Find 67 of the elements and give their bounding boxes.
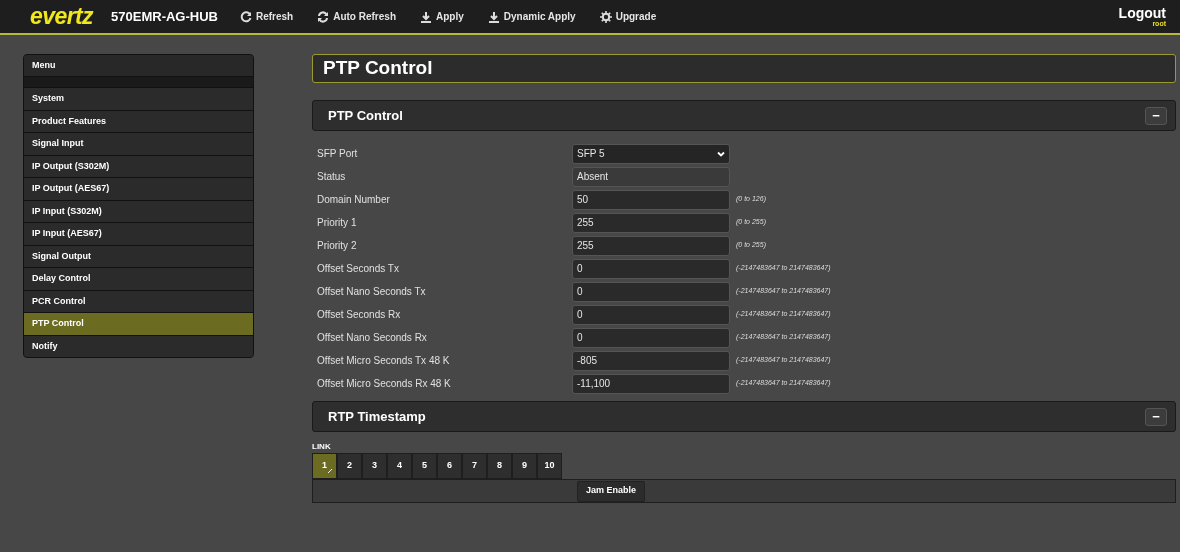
field-label: Offset Micro Seconds Tx 48 K bbox=[316, 354, 451, 368]
menu-title: Menu bbox=[24, 55, 253, 77]
refresh-icon bbox=[239, 10, 252, 23]
menu-item[interactable]: PCR Control bbox=[24, 289, 253, 312]
chevron-down-icon bbox=[717, 149, 725, 158]
port-select[interactable]: SFP 5 bbox=[572, 143, 730, 164]
status-field: Absent bbox=[572, 166, 730, 187]
field-label: Offset Seconds Rx bbox=[316, 308, 402, 322]
section-title: RTP Timestamp bbox=[328, 407, 426, 426]
menu-item[interactable]: System bbox=[24, 87, 253, 110]
menu-item[interactable]: PTP Control bbox=[24, 312, 253, 335]
link-tab[interactable]: 7 bbox=[462, 453, 487, 479]
logo: evertz bbox=[30, 5, 94, 28]
input-field[interactable]: 0 bbox=[572, 327, 730, 348]
collapse-button[interactable]: − bbox=[1145, 407, 1167, 426]
collapse-button[interactable]: − bbox=[1145, 106, 1167, 125]
toolbar-button[interactable]: Dynamic Apply bbox=[475, 0, 588, 33]
input-field[interactable]: 255 bbox=[572, 212, 730, 233]
input-field[interactable]: -805 bbox=[572, 350, 730, 371]
field-label: Priority 2 bbox=[316, 239, 358, 253]
link-tab[interactable]: 8 bbox=[487, 453, 512, 479]
toolbar-button[interactable]: Auto Refresh bbox=[305, 0, 408, 33]
menu-item[interactable]: IP Input (AES67) bbox=[24, 222, 253, 245]
logout-link[interactable]: Logout bbox=[1118, 6, 1166, 20]
link-label: LINK bbox=[312, 443, 332, 451]
menu-item[interactable]: Signal Input bbox=[24, 132, 253, 155]
field-label: Offset Nano Seconds Tx bbox=[316, 285, 427, 299]
field-label: Offset Nano Seconds Rx bbox=[316, 331, 428, 345]
input-field[interactable]: -11,100 bbox=[572, 373, 730, 394]
field-label: Priority 1 bbox=[316, 216, 358, 230]
toolbar-button[interactable]: Apply bbox=[408, 0, 476, 33]
field-label: Domain Number bbox=[316, 193, 391, 207]
pencil-icon bbox=[328, 469, 332, 473]
menu-item[interactable]: Product Features bbox=[24, 109, 253, 132]
toolbar-button[interactable]: Refresh bbox=[227, 0, 306, 33]
menu-item[interactable]: IP Output (AES67) bbox=[24, 177, 253, 200]
input-field[interactable]: 50 bbox=[572, 189, 730, 210]
download-icon bbox=[420, 10, 432, 23]
link-tab[interactable]: 6 bbox=[437, 453, 462, 479]
field-label: Status bbox=[316, 170, 347, 184]
input-field[interactable]: 0 bbox=[572, 304, 730, 325]
menu-item[interactable]: IP Input (S302M) bbox=[24, 199, 253, 222]
gear-icon bbox=[599, 10, 612, 23]
input-field[interactable]: 255 bbox=[572, 235, 730, 256]
download-icon bbox=[487, 10, 500, 23]
link-tab[interactable]: 10 bbox=[537, 453, 562, 479]
link-tab[interactable]: 9 bbox=[512, 453, 537, 479]
link-tab[interactable]: 5 bbox=[412, 453, 437, 479]
menu-item[interactable]: IP Output (S302M) bbox=[24, 154, 253, 177]
link-tab[interactable]: 3 bbox=[362, 453, 387, 479]
menu-item[interactable]: Notify bbox=[24, 334, 253, 357]
link-tab[interactable]: 4 bbox=[387, 453, 412, 479]
input-field[interactable]: 0 bbox=[572, 258, 730, 279]
jam-enable-button[interactable]: Jam Enable bbox=[577, 480, 646, 502]
toolbar-button[interactable]: Upgrade bbox=[587, 0, 669, 33]
link-tab[interactable]: 2 bbox=[337, 453, 362, 479]
refresh-icon bbox=[317, 10, 330, 23]
field-label: Offset Micro Seconds Rx 48 K bbox=[316, 377, 452, 391]
input-field[interactable]: 0 bbox=[572, 281, 730, 302]
field-label: Offset Seconds Tx bbox=[316, 262, 400, 276]
link-tab[interactable]: 1 bbox=[312, 453, 337, 479]
device-name: 570EMR-AG-HUB bbox=[111, 7, 218, 26]
page-title: PTP Control bbox=[323, 56, 433, 81]
field-label: SFP Port bbox=[316, 147, 359, 161]
menu-item[interactable]: Signal Output bbox=[24, 244, 253, 267]
section-title: PTP Control bbox=[328, 106, 403, 125]
menu-item[interactable]: Delay Control bbox=[24, 267, 253, 290]
